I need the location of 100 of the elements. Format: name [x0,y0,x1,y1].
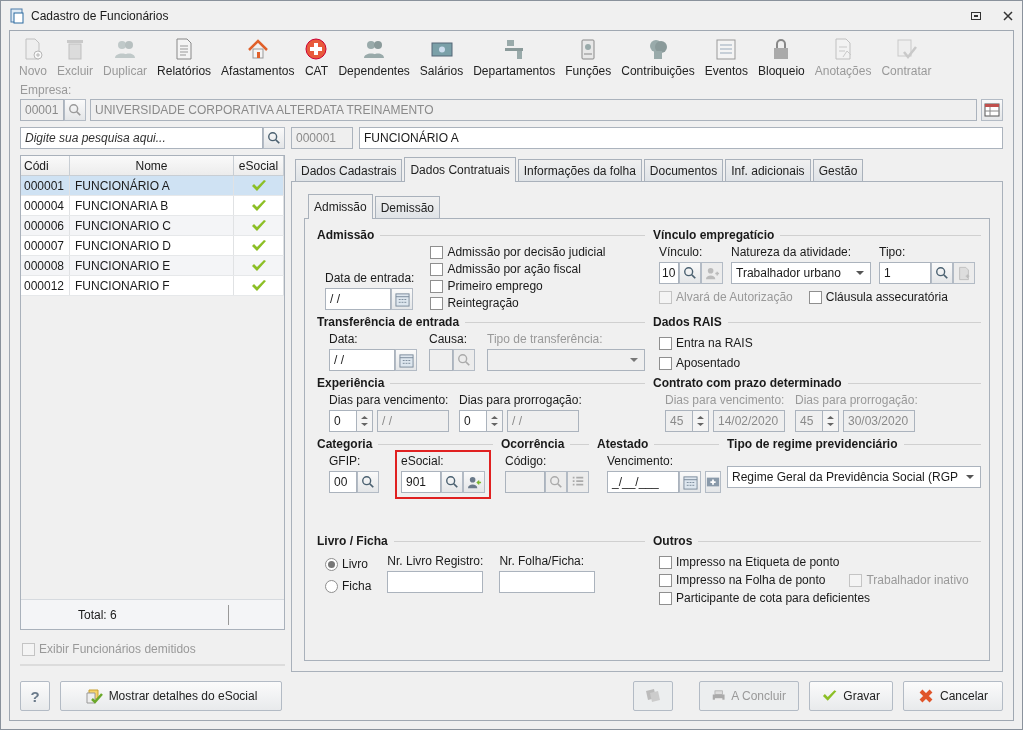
field-label: Vínculo: [659,245,704,259]
section-title: Categoria [317,437,373,451]
checkbox-label: Trabalhador inativo [866,573,969,587]
section-title: Ocorrência [501,437,565,451]
table-cell: FUNCIONARIO D [70,236,234,255]
employee-name-field[interactable]: FUNCIONÁRIO A [359,127,1003,149]
checkbox-label: Reintegração [447,296,519,310]
tab[interactable]: Gestão [812,159,864,181]
section-title: Contrato com prazo determinado [653,376,842,390]
window-title: Cadastro de Funcionários [31,8,169,23]
help-button[interactable]: ? [20,681,50,711]
tab[interactable]: Dados Cadastrais [295,159,403,181]
field-label: Tipo de transferência: [487,332,604,346]
toolbar-button[interactable]: CAT [299,31,334,81]
table-row[interactable]: 000001 FUNCIONÁRIO A [21,176,284,196]
toolbar-button[interactable]: Relatórios [152,31,217,81]
field-label: Dias para prorrogação: [459,393,582,407]
column-header[interactable]: Códi [21,156,70,175]
radio-label: Ficha [342,579,372,593]
toolbar-button[interactable]: Eventos [699,31,753,81]
toolbar-button[interactable]: Bloqueio [753,31,810,81]
table-row[interactable]: 000007 FUNCIONARIO D [21,236,284,256]
date-field[interactable]: / / [325,288,391,310]
tab[interactable]: Informações da folha [517,159,642,181]
checkbox-label: Exibir Funcionários demitidos [39,642,196,656]
type-field[interactable]: 1 [879,262,931,284]
gfip-field[interactable]: 00 [329,471,357,493]
tab[interactable]: Inf. adicionais [725,159,811,181]
field-label: Dias para vencimento: [329,393,449,407]
days-field[interactable]: 0 [459,410,487,432]
activity-dropdown[interactable]: Trabalhador urbano [731,262,871,284]
field-label: Vencimento: [607,454,675,468]
table-cell: 000004 [21,196,70,215]
section-title: Outros [653,534,693,548]
table-cell: 000012 [21,276,70,295]
section-title: Experiência [317,376,385,390]
section-title: Tipo de regime previdenciário [727,437,898,451]
checkbox-label: Primeiro emprego [447,279,543,293]
table-cell: FUNCIONÁRIO A [70,176,234,195]
field-label: Código: [505,454,548,468]
checkbox-label: Impresso na Etiqueta de ponto [676,555,840,569]
radio-label: Livro [342,557,368,571]
checkbox-label: Alvará de Autorização [676,290,793,304]
field-label: Natureza da atividade: [731,245,853,259]
table-row[interactable]: 000008 FUNCIONARIO E [21,256,284,276]
field-label: GFIP: [329,454,362,468]
toolbar-button[interactable]: Contribuições [616,31,700,81]
date-field[interactable]: / / [329,349,395,371]
tab[interactable]: Admissão [308,194,373,219]
section-title: Transferência de entrada [317,315,460,329]
tab[interactable]: Documentos [643,159,724,181]
tab[interactable]: Dados Contratuais [404,157,516,182]
section-title: Dados RAIS [653,315,722,329]
search-field[interactable]: Digite sua pesquisa aqui... [20,127,263,149]
field-label: Dias para prorrogação: [795,393,918,407]
section-title: Vínculo empregatício [653,228,775,242]
tab[interactable]: Demissão [374,196,441,218]
checkbox-label: Impresso na Folha de ponto [676,573,826,587]
field-label: Nr. Livro Registro: [387,554,484,568]
column-header[interactable]: Nome [70,156,234,175]
checkbox-label: Participante de cota para deficientes [676,591,871,605]
table-cell: 000008 [21,256,70,275]
toolbar-button[interactable]: Departamentos [468,31,561,81]
date-field[interactable]: _/__/___ [607,471,679,493]
regime-dropdown[interactable]: Regime Geral da Previdência Social (RGP [727,466,981,488]
checkbox-label: Aposentado [676,356,741,370]
toolbar-button[interactable]: Afastamentos [216,31,300,81]
save-button[interactable]: Gravar [809,681,893,711]
checkbox-label: Admissão por ação fiscal [447,262,581,276]
table-cell: 000001 [21,176,70,195]
section-title: Admissão [317,228,375,242]
total-label: Total: 6 [78,607,118,622]
table-cell: FUNCIONARIO C [70,216,234,235]
field-label: Empresa: [20,83,73,97]
code-field[interactable]: 10 [659,262,679,284]
toolbar-button[interactable]: Salários [414,31,469,81]
table-cell: FUNCIONARIA B [70,196,234,215]
table-cell: FUNCIONARIO E [70,256,234,275]
toolbar-button[interactable]: Dependentes [333,31,415,81]
toolbar-button[interactable]: Funções [560,31,617,81]
field-label: Dias para vencimento: [665,393,785,407]
field-label: Causa: [429,332,469,346]
table-row[interactable]: 000004 FUNCIONARIA B [21,196,284,216]
field-label: Nr. Folha/Ficha: [499,554,586,568]
details-button[interactable]: Mostrar detalhes do eSocial [60,681,282,711]
section-title: Atestado [597,437,649,451]
table-cell: 000007 [21,236,70,255]
checkbox-label: Entra na RAIS [676,336,753,350]
table-row[interactable]: 000012 FUNCIONARIO F [21,276,284,296]
days-field[interactable]: 0 [329,410,357,432]
column-header[interactable]: eSocial [234,156,284,175]
table-cell: 000006 [21,216,70,235]
field-label: Data: [329,332,359,346]
checkbox-label: Admissão por decisão judicial [447,245,606,259]
esocial-category-field[interactable]: 901 [401,471,441,493]
table-row[interactable]: 000006 FUNCIONARIO C [21,216,284,236]
table-cell: FUNCIONARIO F [70,276,234,295]
field-label: eSocial: [401,454,445,468]
cancel-button[interactable]: Cancelar [903,681,1003,711]
section-title: Livro / Ficha [317,534,388,548]
